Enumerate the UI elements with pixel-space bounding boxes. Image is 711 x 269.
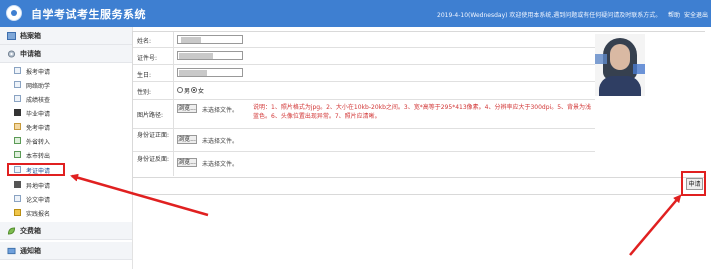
photo-mosaic [633,64,645,74]
sidebar-item-online-study[interactable]: 网络助学 [10,79,122,92]
photo-path-label: 图片路径: [137,112,164,119]
section-label: 交费箱 [20,227,41,235]
sidebar-item-registration[interactable]: 报考申请 [10,65,122,78]
sidebar-item-certificate[interactable]: 考证申请 [10,164,122,177]
gender-female-radio[interactable] [191,87,197,93]
submit-button[interactable]: 申请 [686,178,703,190]
id-front-label: 身份证正面: [137,132,170,139]
section-label: 申请箱 [20,50,41,58]
photo-requirements-note: 说明：1、照片格式为jpg。2、大小在10kb-20kb之间。3、宽*高等于29… [253,104,592,120]
photo-body [599,76,641,96]
sidebar-item-label: 考证申请 [26,168,51,175]
name-label: 姓名: [137,38,152,45]
id-front-row: 身份证正面: 浏览... 未选择文件。 [133,129,595,152]
section-payment[interactable]: 交费箱 [0,222,132,240]
section-archive[interactable]: 档案箱 [0,27,132,45]
graduation-cap-icon [14,109,21,116]
checklist-icon [14,95,21,102]
divider [173,48,174,64]
certificate-icon [14,166,21,173]
sidebar-item-label: 论文申请 [26,197,51,204]
sidebar-item-remote[interactable]: 异地申请 [10,179,122,192]
pin-icon [14,209,21,216]
sidebar-item-label: 实践报名 [26,211,51,218]
photo-path-row: 图片路径: 浏览... 未选择文件。 说明：1、照片格式为jpg。2、大小在10… [133,100,595,129]
id-front-browse-button[interactable]: 浏览... [177,135,197,144]
logout-link[interactable]: 安全退出 [684,10,708,19]
document-icon [14,67,21,74]
sidebar-item-thesis[interactable]: 论文申请 [10,193,122,206]
photo-face [610,44,630,70]
sidebar-item-label: 报考申请 [26,69,51,76]
section-notice[interactable]: 通知箱 [0,242,132,260]
sidebar-item-label: 网络助学 [26,83,51,90]
arrows-icon [14,151,21,158]
gender-label: 性别: [137,89,152,96]
id-back-label: 身份证反面: [137,156,170,163]
gender-male-radio[interactable] [177,87,183,93]
id-row: 证件号: [133,48,595,65]
id-label: 证件号: [137,55,158,62]
applicant-photo [595,34,645,96]
sidebar-item-label: 免考申请 [26,125,51,132]
gender-male-label: 男 [184,88,191,95]
divider [173,32,174,47]
id-front-no-file-text: 未选择文件。 [202,138,239,145]
submit-row [132,176,705,195]
app-title: 自学考试考生服务系统 [31,8,146,21]
arrows-icon [14,137,21,144]
sidebar-item-label: 外省转入 [26,139,51,146]
sidebar-item-graduation[interactable]: 毕业申请 [10,107,122,120]
id-back-browse-button[interactable]: 浏览... [177,158,197,167]
redacted-value [181,37,201,43]
arrow-to-submit-button [629,194,682,256]
sidebar-item-label: 本市转出 [26,153,51,160]
divider [173,65,174,81]
network-icon [14,81,21,88]
gender-row: 性别: 男 女 [133,82,595,100]
section-label: 通知箱 [20,247,41,255]
sidebar-item-label: 成绩核查 [26,97,51,104]
birth-label: 生日: [137,72,152,79]
leaf-icon [7,227,16,235]
sidebar-item-exemption[interactable]: 免考申请 [10,121,122,134]
archive-icon [7,32,16,40]
sidebar-item-label: 异地申请 [26,183,51,190]
photo-mosaic [595,54,607,64]
id-back-row: 身份证反面: 浏览... 未选择文件。 [133,152,595,176]
divider [173,100,174,128]
gender-female-label: 女 [198,88,205,95]
edit-icon [14,123,21,130]
name-row: 姓名: [133,32,595,48]
university-logo-icon [6,5,22,21]
divider [173,82,174,99]
gear-icon [7,50,16,58]
photo-no-file-text: 未选择文件。 [202,107,239,114]
sidebar-item-label: 毕业申请 [26,111,51,118]
sidebar-item-transfer-out[interactable]: 本市转出 [10,149,122,162]
redacted-value [179,53,213,59]
section-label: 档案箱 [20,32,41,40]
sidebar-item-score-check[interactable]: 成绩核查 [10,93,122,106]
person-icon [14,181,21,188]
sidebar-item-transfer-in[interactable]: 外省转入 [10,135,122,148]
photo-browse-button[interactable]: 浏览... [177,104,197,113]
divider [173,129,174,151]
top-header: 自学考试考生服务系统 2019-4-10(Wednesday) 欢迎使用本系统,… [0,0,711,27]
redacted-value [179,70,207,76]
bell-icon [7,247,16,255]
divider [173,152,174,176]
sidebar-item-practice[interactable]: 实践报名 [10,207,122,220]
section-application[interactable]: 申请箱 [0,45,132,63]
sidebar: 档案箱 申请箱 报考申请 网络助学 成绩核查 毕业申请 免考申请 外省转入 本市… [0,27,133,269]
document-icon [14,195,21,202]
id-back-no-file-text: 未选择文件。 [202,161,239,168]
help-link[interactable]: 帮助 [668,10,680,19]
welcome-message: 2019-4-10(Wednesday) 欢迎使用本系统,遇到问题或有任何疑问请… [437,12,662,19]
birth-row: 生日: [133,65,595,82]
